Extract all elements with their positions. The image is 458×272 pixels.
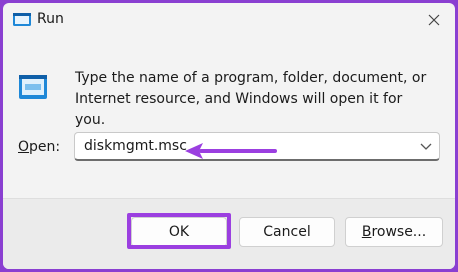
- run-dialog: Run Type the name of a program, folder, …: [3, 3, 455, 269]
- annotation-arrow: [185, 143, 277, 159]
- open-label: Open:: [18, 139, 60, 155]
- chevron-down-icon[interactable]: [420, 141, 432, 151]
- close-button[interactable]: [413, 3, 455, 37]
- run-app-icon: [13, 13, 31, 26]
- cancel-button-label: Cancel: [263, 224, 311, 240]
- run-app-icon: [19, 75, 47, 99]
- browse-accelerator: B: [361, 224, 372, 240]
- command-input[interactable]: diskmgmt.msc: [84, 138, 187, 154]
- title-bar: Run: [3, 3, 455, 37]
- browse-button[interactable]: Browse...: [345, 217, 443, 247]
- browse-button-label: Browse...: [362, 224, 426, 240]
- description-line: Type the name of a program, folder, docu…: [75, 70, 427, 86]
- description-line: Internet resource, and Windows will open…: [75, 91, 403, 128]
- open-label-text: pen:: [29, 139, 61, 155]
- window-title: Run: [37, 11, 64, 27]
- close-icon: [428, 14, 440, 26]
- dialog-description: Type the name of a program, folder, docu…: [75, 68, 435, 131]
- ok-highlight-box: [127, 213, 231, 249]
- cancel-button[interactable]: Cancel: [239, 217, 335, 247]
- open-label-accelerator: O: [18, 139, 30, 155]
- browse-label-text: rowse...: [371, 224, 427, 240]
